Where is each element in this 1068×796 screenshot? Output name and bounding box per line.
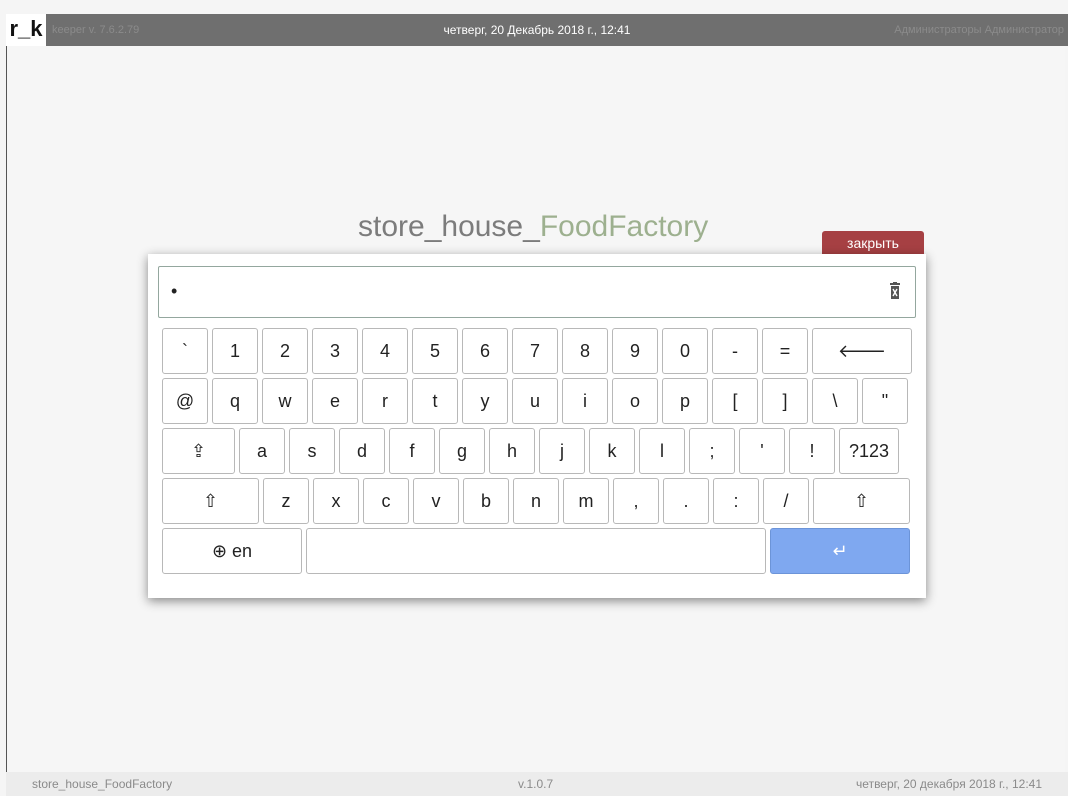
key-l[interactable]: l <box>639 428 685 474</box>
key-5[interactable]: 5 <box>412 328 458 374</box>
key-e[interactable]: e <box>312 378 358 424</box>
key-j[interactable]: j <box>539 428 585 474</box>
key-backtick[interactable]: ` <box>162 328 208 374</box>
key-h[interactable]: h <box>489 428 535 474</box>
title-accent: FoodFactory <box>539 210 709 243</box>
key-f[interactable]: f <box>389 428 435 474</box>
key-w[interactable]: w <box>262 378 308 424</box>
key-o[interactable]: o <box>612 378 658 424</box>
key-p[interactable]: p <box>662 378 708 424</box>
key-t[interactable]: t <box>412 378 458 424</box>
key-semicolon[interactable]: ; <box>689 428 735 474</box>
key-a[interactable]: a <box>239 428 285 474</box>
key-u[interactable]: u <box>512 378 558 424</box>
key-double-quote[interactable]: " <box>862 378 908 424</box>
key-q[interactable]: q <box>212 378 258 424</box>
key-caps-lock[interactable]: ⇪ <box>162 428 235 474</box>
key-z[interactable]: z <box>263 478 309 524</box>
key-b[interactable]: b <box>463 478 509 524</box>
key-shift[interactable]: ⇧ <box>162 478 259 524</box>
key-s[interactable]: s <box>289 428 335 474</box>
key-slash[interactable]: / <box>763 478 809 524</box>
key-9[interactable]: 9 <box>612 328 658 374</box>
key-m[interactable]: m <box>563 478 609 524</box>
key-r[interactable]: r <box>362 378 408 424</box>
close-button[interactable]: закрыть <box>822 231 924 255</box>
space-bar-key[interactable] <box>306 528 766 574</box>
key-backslash[interactable]: \ <box>812 378 858 424</box>
key-n[interactable]: n <box>513 478 559 524</box>
key-6[interactable]: 6 <box>462 328 508 374</box>
input-value: • <box>171 281 178 301</box>
key-symbols[interactable]: ?123 <box>839 428 899 474</box>
key-left-bracket[interactable]: [ <box>712 378 758 424</box>
key-3[interactable]: 3 <box>312 328 358 374</box>
key-apostrophe[interactable]: ' <box>739 428 785 474</box>
key-v[interactable]: v <box>413 478 459 524</box>
status-bar: store_house_FoodFactory v.1.0.7 четверг,… <box>6 772 1068 796</box>
key-7[interactable]: 7 <box>512 328 558 374</box>
keyboard-input-field[interactable]: • <box>158 266 916 318</box>
key-exclamation[interactable]: ! <box>789 428 835 474</box>
key-i[interactable]: i <box>562 378 608 424</box>
key-g[interactable]: g <box>439 428 485 474</box>
key-equals[interactable]: = <box>762 328 808 374</box>
key-backspace[interactable]: 🡐 <box>812 328 912 374</box>
key-shift[interactable]: ⇧ <box>813 478 910 524</box>
key-0[interactable]: 0 <box>662 328 708 374</box>
current-user: Администраторы Администратор <box>894 24 1064 36</box>
key-y[interactable]: y <box>462 378 508 424</box>
status-app-name: store_house_FoodFactory <box>32 777 173 791</box>
page-title: store_house_FoodFactory <box>358 210 708 244</box>
key-2[interactable]: 2 <box>262 328 308 374</box>
enter-key[interactable]: ↵ <box>770 528 910 574</box>
key-k[interactable]: k <box>589 428 635 474</box>
title-main: store_house_ <box>358 210 540 243</box>
key-d[interactable]: d <box>339 428 385 474</box>
top-bar: r_k keeper v. 7.6.2.79 четверг, 20 Декаб… <box>6 14 1068 46</box>
language-switch-button[interactable]: ⊕ en <box>162 528 302 574</box>
status-version: v.1.0.7 <box>518 777 554 791</box>
key-comma[interactable]: , <box>613 478 659 524</box>
virtual-keyboard-panel: • ` 1 2 3 4 5 6 7 8 9 0- = 🡐 @ q w e r t y u i o p[] \ " ⇪ a s d f g h j k… <box>148 254 926 598</box>
status-datetime: четверг, 20 декабря 2018 г., 12:41 <box>856 777 1042 791</box>
key-1[interactable]: 1 <box>212 328 258 374</box>
key-minus[interactable]: - <box>712 328 758 374</box>
key-period[interactable]: . <box>663 478 709 524</box>
key-c[interactable]: c <box>363 478 409 524</box>
key-colon[interactable]: : <box>713 478 759 524</box>
key-x[interactable]: x <box>313 478 359 524</box>
key-8[interactable]: 8 <box>562 328 608 374</box>
trash-icon[interactable] <box>889 282 901 300</box>
key-at[interactable]: @ <box>162 378 208 424</box>
key-4[interactable]: 4 <box>362 328 408 374</box>
key-right-bracket[interactable]: ] <box>762 378 808 424</box>
